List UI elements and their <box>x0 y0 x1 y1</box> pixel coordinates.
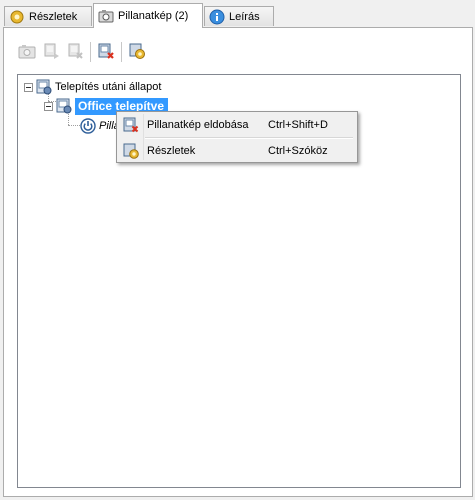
take-snapshot-button[interactable] <box>15 40 39 64</box>
tab-details[interactable]: Részletek <box>4 6 92 26</box>
tab-description[interactable]: Leírás <box>204 6 274 26</box>
camera-icon <box>18 43 36 62</box>
tab-label: Pillanatkép (2) <box>118 10 189 22</box>
menu-item-details[interactable]: Részletek Ctrl+Szóköz <box>119 140 355 162</box>
toolbar-separator <box>90 42 91 62</box>
snapshot-state-icon <box>36 79 52 95</box>
tree-node-root[interactable]: Telepítés utáni állapot <box>24 78 161 96</box>
details-button[interactable] <box>125 40 149 64</box>
discard-snapshot-button[interactable] <box>94 40 118 64</box>
details-gear-icon <box>123 143 139 159</box>
tab-snapshot[interactable]: Pillanatkép (2) <box>93 3 203 28</box>
menu-item-discard-snapshot[interactable]: Pillanatkép eldobása Ctrl+Shift+D <box>119 114 355 136</box>
menu-item-shortcut: Ctrl+Szóköz <box>268 145 328 157</box>
toolbar <box>15 40 149 64</box>
menu-item-label: Részletek <box>147 145 196 157</box>
info-icon <box>209 9 225 25</box>
tree-node-current[interactable]: Pilla <box>80 117 120 135</box>
tab-label: Leírás <box>229 10 260 23</box>
power-icon <box>80 118 96 134</box>
snapshot-delete-icon <box>97 42 115 63</box>
restore-button[interactable] <box>39 40 63 64</box>
details-gear-icon <box>128 42 146 63</box>
toolbar-separator <box>121 42 122 62</box>
computer-icon <box>42 42 60 63</box>
remove-button[interactable] <box>63 40 87 64</box>
camera-icon <box>98 8 114 24</box>
computer-remove-icon <box>66 42 84 63</box>
tab-label: Részletek <box>29 10 78 23</box>
collapse-toggle[interactable] <box>24 82 33 92</box>
gear-icon <box>9 9 25 25</box>
snapshot-panel: Telepítés utáni állapot Office telepítve… <box>3 27 473 497</box>
menu-separator <box>145 137 353 139</box>
collapse-toggle[interactable] <box>44 101 53 111</box>
tree-node-label: Telepítés utáni állapot <box>55 81 162 93</box>
menu-item-label: Pillanatkép eldobása <box>147 119 249 131</box>
tab-strip: Részletek Pillanatkép (2) Leírás <box>0 0 475 28</box>
context-menu: Pillanatkép eldobása Ctrl+Shift+D Részle… <box>116 111 358 163</box>
menu-item-shortcut: Ctrl+Shift+D <box>268 119 328 131</box>
tree-connector <box>68 125 80 126</box>
snapshot-state-icon <box>56 98 72 114</box>
snapshot-delete-icon <box>123 117 139 133</box>
